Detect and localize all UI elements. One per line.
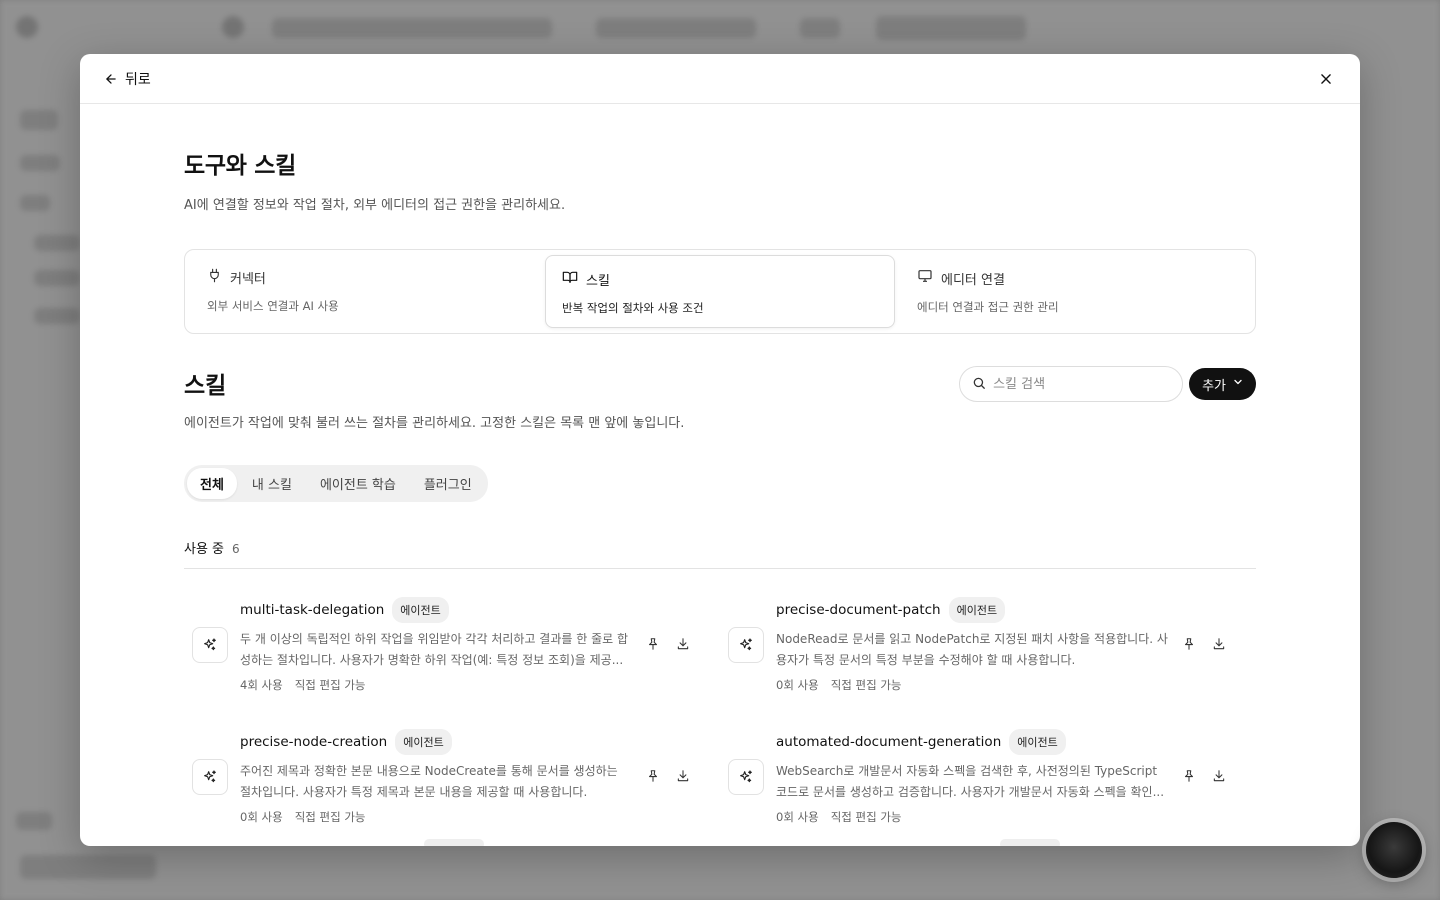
tab-plugins[interactable]: 플러그인 bbox=[411, 468, 485, 499]
skill-name: automated-document-generation bbox=[776, 734, 1002, 750]
back-label: 뒤로 bbox=[125, 71, 151, 88]
tools-skills-modal: 뒤로 도구와 스킬 AI에 연결할 정보와 작업 절차, 외부 에디터의 접근 … bbox=[80, 54, 1360, 846]
page-description: AI에 연결할 정보와 작업 절차, 외부 에디터의 접근 권한을 관리하세요. bbox=[184, 198, 566, 213]
pin-icon bbox=[646, 636, 660, 655]
download-button[interactable] bbox=[1210, 636, 1228, 654]
skill-name: multi-task-delegation bbox=[240, 602, 385, 618]
book-icon bbox=[562, 269, 578, 289]
add-button[interactable]: 추가 bbox=[1189, 368, 1256, 400]
pin-icon bbox=[646, 768, 660, 787]
skill-item[interactable]: multi-task-delegation 에이전트 두 개 이상의 독립적인 … bbox=[184, 597, 720, 693]
skill-usage: 0회 사용 bbox=[776, 678, 819, 692]
page-title: 도구와 스킬 bbox=[184, 153, 297, 179]
skill-description: NodeRead로 문서를 읽고 NodePatch로 지정된 패치 사항을 적… bbox=[776, 632, 1168, 667]
plug-icon bbox=[207, 268, 222, 287]
category-subtitle: 외부 서비스 연결과 AI 사용 bbox=[207, 299, 339, 313]
sparkle-icon bbox=[192, 627, 228, 663]
category-title: 스킬 bbox=[586, 273, 610, 289]
skill-item[interactable]: automated-document-generation 에이전트 WebSe… bbox=[720, 729, 1256, 825]
section-description: 에이전트가 작업에 맞춰 불러 쓰는 절차를 관리하세요. 고정한 스킬은 목록… bbox=[184, 416, 685, 431]
skill-badge: 에이전트 bbox=[395, 729, 452, 755]
skill-description: 두 개 이상의 독립적인 하위 작업을 위임받아 각각 처리하고 결과를 한 줄… bbox=[240, 632, 629, 667]
category-card-connector[interactable]: 커넥터 외부 서비스 연결과 AI 사용 bbox=[185, 250, 545, 333]
back-button[interactable]: 뒤로 bbox=[104, 69, 151, 89]
pin-icon bbox=[1182, 768, 1196, 787]
modal-content: 도구와 스킬 AI에 연결할 정보와 작업 절차, 외부 에디터의 접근 권한을… bbox=[184, 104, 1256, 825]
category-card-skill[interactable]: 스킬 반복 작업의 절차와 사용 조건 bbox=[545, 255, 895, 328]
search-icon bbox=[972, 375, 986, 394]
skill-description: 주어진 제목과 정확한 본문 내용으로 NodeCreate를 통해 문서를 생… bbox=[240, 764, 618, 799]
section-title: 스킬 bbox=[184, 373, 227, 399]
skill-name: precise-node-creation bbox=[240, 734, 388, 750]
pin-button[interactable] bbox=[1180, 768, 1198, 786]
skills-section-header: 스킬 에이전트가 작업에 맞춰 불러 쓰는 절차를 관리하세요. 고정한 스킬은… bbox=[184, 366, 1256, 431]
pin-button[interactable] bbox=[644, 768, 662, 786]
group-title: 사용 중 bbox=[184, 542, 225, 557]
download-button[interactable] bbox=[674, 768, 692, 786]
next-skill-badge-peek bbox=[1000, 839, 1060, 846]
skill-list: multi-task-delegation 에이전트 두 개 이상의 독립적인 … bbox=[184, 597, 1256, 825]
skill-badge: 에이전트 bbox=[1009, 729, 1066, 755]
skill-tabs: 전체 내 스킬 에이전트 학습 플러그인 bbox=[184, 465, 488, 502]
download-icon bbox=[1212, 636, 1226, 655]
category-title: 커넥터 bbox=[230, 272, 266, 287]
pin-icon bbox=[1182, 636, 1196, 655]
skill-usage: 0회 사용 bbox=[776, 810, 819, 824]
group-count: 6 bbox=[232, 542, 240, 556]
skill-edit-status: 직접 편집 가능 bbox=[830, 678, 902, 692]
add-label: 추가 bbox=[1202, 378, 1226, 394]
arrow-left-icon bbox=[104, 72, 118, 86]
monitor-icon bbox=[917, 268, 933, 288]
pin-button[interactable] bbox=[1180, 636, 1198, 654]
pin-button[interactable] bbox=[644, 636, 662, 654]
search-box bbox=[959, 366, 1184, 402]
tab-agent-learning[interactable]: 에이전트 학습 bbox=[307, 468, 409, 499]
modal-header: 뒤로 bbox=[80, 54, 1360, 104]
category-subtitle: 반복 작업의 절차와 사용 조건 bbox=[562, 301, 704, 315]
tab-my-skills[interactable]: 내 스킬 bbox=[239, 468, 305, 499]
skill-description: WebSearch로 개발문서 자동화 스펙을 검색한 후, 사전정의된 Typ… bbox=[776, 764, 1165, 799]
category-subtitle: 에디터 연결과 접근 권한 관리 bbox=[917, 300, 1059, 314]
close-button[interactable] bbox=[1314, 67, 1338, 91]
close-icon bbox=[1319, 72, 1333, 86]
skill-item[interactable]: precise-node-creation 에이전트 주어진 제목과 정확한 본… bbox=[184, 729, 720, 825]
next-skill-badge-peek bbox=[424, 839, 484, 846]
download-button[interactable] bbox=[674, 636, 692, 654]
sparkle-icon bbox=[192, 759, 228, 795]
skill-usage: 4회 사용 bbox=[240, 678, 283, 692]
category-cards: 커넥터 외부 서비스 연결과 AI 사용 스킬 반복 작업의 절차와 사용 조건 bbox=[184, 249, 1256, 334]
download-button[interactable] bbox=[1210, 768, 1228, 786]
tab-all[interactable]: 전체 bbox=[187, 468, 237, 499]
chevron-down-icon bbox=[1232, 376, 1244, 392]
skill-badge: 에이전트 bbox=[948, 597, 1006, 623]
skill-edit-status: 직접 편집 가능 bbox=[830, 810, 902, 824]
assistant-orb-button[interactable] bbox=[1366, 822, 1422, 878]
skill-usage: 0회 사용 bbox=[240, 810, 283, 824]
search-input[interactable] bbox=[993, 376, 1164, 392]
skill-name: precise-document-patch bbox=[776, 602, 941, 618]
download-icon bbox=[676, 768, 690, 787]
download-icon bbox=[676, 636, 690, 655]
sparkle-icon bbox=[728, 759, 764, 795]
category-card-editor[interactable]: 에디터 연결 에디터 연결과 접근 권한 관리 bbox=[895, 250, 1255, 333]
skill-edit-status: 직접 편집 가능 bbox=[294, 810, 366, 824]
skill-item[interactable]: precise-document-patch 에이전트 NodeRead로 문서… bbox=[720, 597, 1256, 693]
sparkle-icon bbox=[728, 627, 764, 663]
download-icon bbox=[1212, 768, 1226, 787]
skill-edit-status: 직접 편집 가능 bbox=[294, 678, 366, 692]
group-header: 사용 중 6 bbox=[184, 538, 1256, 569]
skill-badge: 에이전트 bbox=[392, 597, 449, 623]
category-title: 에디터 연결 bbox=[941, 272, 1005, 288]
